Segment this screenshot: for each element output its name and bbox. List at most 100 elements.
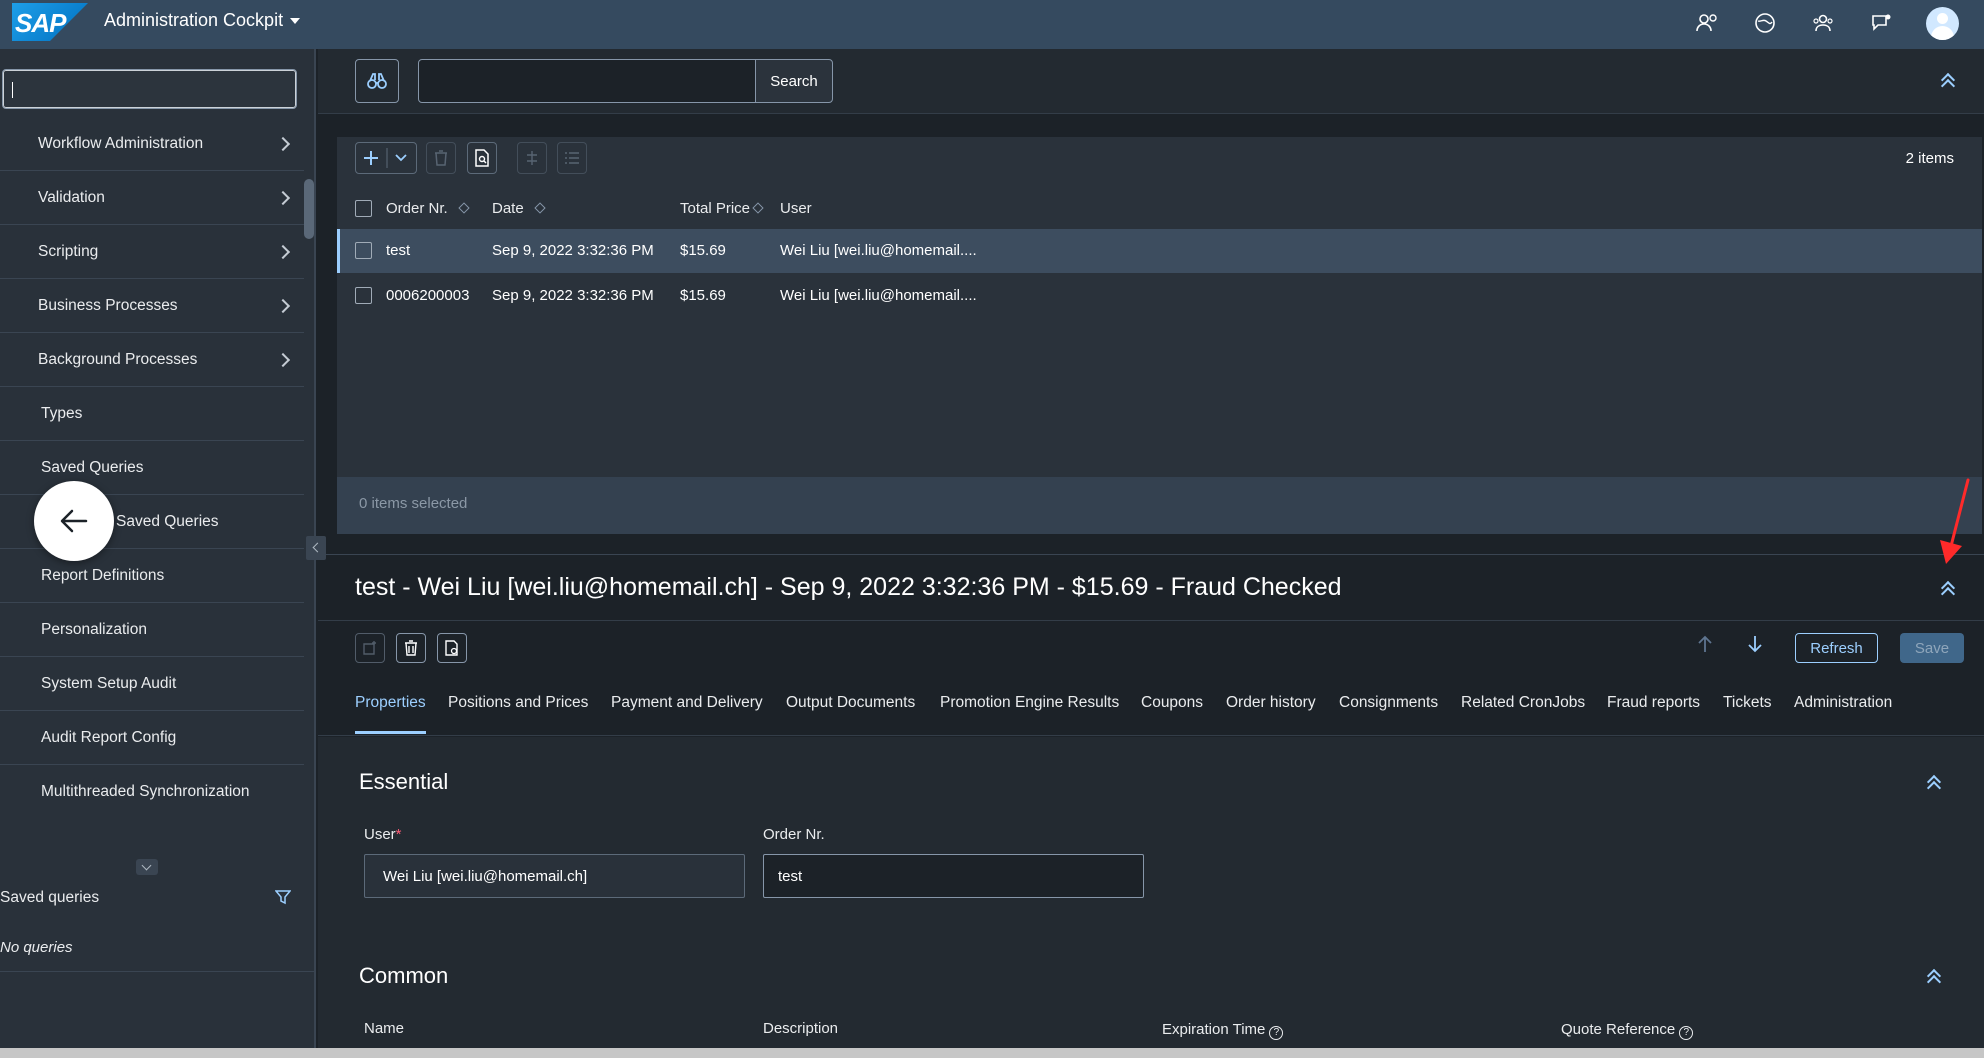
cell-date: Sep 9, 2022 3:32:36 PM (492, 242, 654, 259)
column-header-label: Order Nr. (386, 200, 448, 217)
divider (318, 554, 1984, 555)
back-button[interactable] (34, 481, 114, 561)
tab-positions-and-prices[interactable]: Positions and Prices (448, 694, 588, 712)
column-header-order-nr[interactable]: Order Nr. (386, 200, 470, 217)
globe-help-icon[interactable] (1752, 10, 1778, 36)
clone-button[interactable] (437, 633, 467, 663)
column-header-user[interactable]: User (780, 200, 812, 217)
tab-payment-and-delivery[interactable]: Payment and Delivery (611, 694, 763, 712)
section-title-essential: Essential (359, 769, 449, 794)
nav-item-validation[interactable]: Validation (0, 171, 304, 225)
collapse-common-icon[interactable] (1926, 968, 1942, 984)
user-field[interactable]: Wei Liu [wei.liu@homemail.ch] (364, 854, 745, 898)
nav-item-scripting[interactable]: Scripting (0, 225, 304, 279)
tab-tickets[interactable]: Tickets (1723, 694, 1772, 712)
nav-item-background-processes[interactable]: Background Processes (0, 333, 304, 387)
tab-fraud-reports[interactable]: Fraud reports (1607, 694, 1700, 712)
tab-related-cronjobs[interactable]: Related CronJobs (1461, 694, 1585, 712)
advanced-search-button[interactable] (355, 59, 399, 103)
logo-text: SAP (15, 8, 66, 38)
nav-item-workflow-administration[interactable]: Workflow Administration (0, 117, 304, 171)
tab-consignments[interactable]: Consignments (1339, 694, 1438, 712)
app-title[interactable]: Administration Cockpit (104, 10, 283, 31)
app-menu-caret-icon[interactable] (290, 18, 300, 24)
tab-properties[interactable]: Properties (355, 694, 426, 712)
cell-total-price: $15.69 (680, 287, 726, 304)
expiration-time-field-label: Expiration Time? (1162, 1021, 1284, 1040)
nav-item-label: Workflow Administration (38, 135, 204, 152)
save-button[interactable]: Save (1900, 633, 1964, 663)
nav-item-multithreaded-synchronization[interactable]: Multithreaded Synchronization (0, 765, 304, 819)
order-nr-field-label: Order Nr. (763, 826, 825, 843)
nav-item-audit-report-config[interactable]: Audit Report Config (0, 711, 304, 765)
row-checkbox[interactable] (355, 242, 372, 259)
no-queries-text: No queries (0, 939, 73, 956)
tab-output-documents[interactable]: Output Documents (786, 694, 915, 712)
nav-search-input[interactable] (2, 69, 297, 109)
feedback-chat-icon[interactable] (1868, 10, 1894, 36)
nav-item-system-setup-audit[interactable]: System Setup Audit (0, 657, 304, 711)
nav-item-business-processes[interactable]: Business Processes (0, 279, 304, 333)
tab-coupons[interactable]: Coupons (1141, 694, 1203, 712)
sort-icon (458, 202, 470, 214)
user-label-text: User (364, 826, 396, 843)
sap-logo[interactable]: SAP (12, 3, 88, 41)
chevron-down-icon[interactable] (136, 859, 158, 875)
chevron-right-icon (275, 352, 291, 368)
table-row[interactable]: test Sep 9, 2022 3:32:36 PM $15.69 Wei L… (337, 229, 1982, 273)
collapse-detail-icon[interactable] (1940, 580, 1956, 596)
user-avatar[interactable] (1926, 7, 1959, 40)
collapse-essential-icon[interactable] (1926, 774, 1942, 790)
group-users-icon[interactable] (1810, 10, 1836, 36)
list-view-button[interactable] (557, 142, 587, 174)
search-button[interactable]: Search (755, 59, 833, 103)
select-all-checkbox[interactable] (355, 200, 372, 217)
new-button[interactable] (355, 633, 385, 663)
column-header-date[interactable]: Date (492, 200, 546, 217)
nav-item-label: Background Processes (38, 351, 198, 368)
collapse-search-icon[interactable] (1940, 72, 1956, 88)
delete-detail-button[interactable] (396, 633, 426, 663)
arrow-down-icon[interactable] (1747, 634, 1763, 660)
nav-item-report-definitions[interactable]: Report Definitions (0, 549, 304, 603)
create-button[interactable] (355, 142, 417, 174)
filter-icon[interactable] (274, 889, 292, 910)
nav-item-label: Saved Queries (116, 513, 219, 530)
nav-item-types[interactable]: Types (0, 387, 304, 441)
tab-administration[interactable]: Administration (1794, 694, 1892, 712)
collapse-nav-handle[interactable] (306, 536, 326, 560)
arrow-left-icon (60, 509, 88, 533)
table-row[interactable]: 0006200003 Sep 9, 2022 3:32:36 PM $15.69… (337, 274, 1982, 318)
compare-button[interactable] (517, 142, 547, 174)
quote-label-text: Quote Reference (1561, 1021, 1676, 1038)
document-search-icon (475, 149, 489, 167)
user-assist-icon[interactable] (1694, 10, 1720, 36)
export-button[interactable] (467, 142, 497, 174)
search-input[interactable] (418, 59, 756, 103)
quote-reference-field-label: Quote Reference? (1561, 1021, 1694, 1040)
shell-bar: SAP Administration Cockpit (0, 0, 1984, 49)
refresh-button[interactable]: Refresh (1795, 633, 1878, 663)
nav-item-personalization[interactable]: Personalization (0, 603, 304, 657)
order-list (337, 137, 1982, 534)
trash-icon (435, 150, 447, 166)
row-checkbox[interactable] (355, 287, 372, 304)
items-count: 2 items (1905, 150, 1954, 167)
nav-item-saved-queries[interactable]: Saved Queries (0, 441, 304, 495)
cell-date: Sep 9, 2022 3:32:36 PM (492, 287, 654, 304)
delete-button[interactable] (426, 142, 456, 174)
column-header-total-price[interactable]: Total Price (680, 200, 764, 217)
chevron-right-icon (275, 298, 291, 314)
help-icon[interactable]: ? (1679, 1026, 1694, 1040)
detail-tabs: Properties Positions and Prices Payment … (318, 680, 1984, 736)
help-icon[interactable]: ? (1269, 1026, 1284, 1040)
nav-scrollbar[interactable] (304, 179, 314, 239)
order-nr-field[interactable]: test (763, 854, 1144, 898)
arrow-up-icon[interactable] (1697, 634, 1713, 660)
expiration-label-text: Expiration Time (1162, 1021, 1266, 1038)
nav-item-label: Scripting (38, 243, 99, 260)
section-title-common: Common (359, 963, 449, 988)
list-icon (565, 152, 579, 164)
tab-promotion-engine-results[interactable]: Promotion Engine Results (940, 694, 1119, 712)
tab-order-history[interactable]: Order history (1226, 694, 1316, 712)
